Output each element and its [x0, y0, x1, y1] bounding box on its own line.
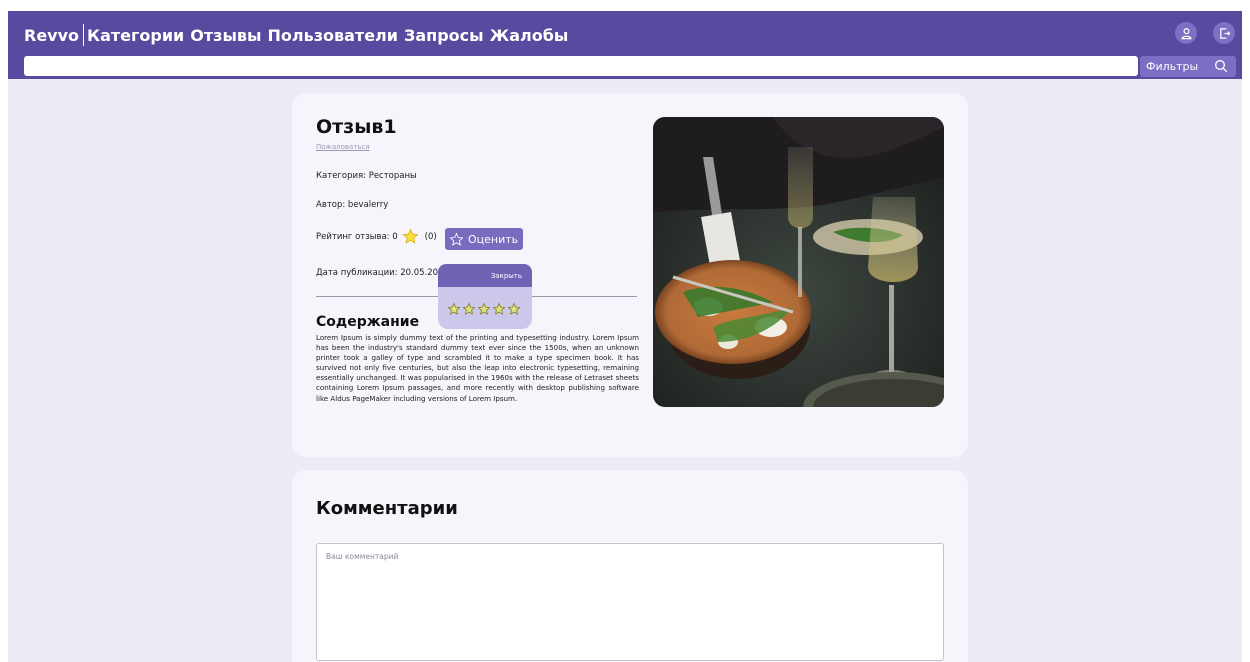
review-category: Категория: Рестораны	[316, 171, 417, 181]
content-heading: Содержание	[316, 314, 420, 330]
review-title: Отзыв1	[316, 116, 397, 138]
profile-icon[interactable]	[1175, 22, 1197, 44]
rate-button[interactable]: Оценить	[445, 228, 523, 250]
review-rating: Рейтинг отзыва: 0 (0)	[316, 228, 437, 245]
filters-button[interactable]: Фильтры	[1140, 56, 1236, 77]
review-photo	[653, 117, 944, 407]
nav-item-reviews[interactable]: Отзывы	[190, 26, 261, 45]
popup-body	[438, 287, 532, 329]
rating-star-5-icon[interactable]	[506, 302, 522, 316]
rating-popup: Закрыть	[438, 264, 532, 329]
logout-icon[interactable]	[1213, 22, 1235, 44]
star-rating-input	[446, 302, 521, 316]
publish-date: Дата публикации: 20.05.202	[316, 268, 444, 278]
nav-item-complaints[interactable]: Жалобы	[490, 26, 569, 45]
rate-button-label: Оценить	[468, 232, 519, 246]
brand-row: Revvo Категории Отзывы Пользователи Запр…	[24, 23, 574, 47]
review-author: Автор: bevalerry	[316, 200, 389, 210]
top-navbar: Revvo Категории Отзывы Пользователи Запр…	[8, 11, 1242, 79]
rating-star-4-icon[interactable]	[491, 302, 507, 316]
brand-divider	[83, 24, 85, 46]
rating-label: Рейтинг отзыва: 0	[316, 231, 398, 242]
complain-link[interactable]: Пожаловаться	[316, 143, 370, 151]
rating-count: (0)	[424, 231, 437, 242]
search-icon[interactable]	[1214, 59, 1228, 73]
rating-star-2-icon[interactable]	[461, 302, 477, 316]
star-outline-icon	[449, 231, 464, 246]
star-icon	[402, 228, 419, 244]
page: Revvo Категории Отзывы Пользователи Запр…	[8, 11, 1242, 662]
popup-close-button[interactable]: Закрыть	[438, 264, 532, 287]
search-input[interactable]	[24, 56, 1138, 76]
rating-star-1-icon[interactable]	[446, 302, 462, 316]
nav-item-users[interactable]: Пользователи	[268, 26, 398, 45]
rating-star-3-icon[interactable]	[476, 302, 492, 316]
filters-label: Фильтры	[1146, 60, 1199, 73]
nav-item-categories[interactable]: Категории	[87, 26, 184, 45]
brand-logo[interactable]: Revvo	[24, 26, 83, 45]
content-text: Lorem Ipsum is simply dummy text of the …	[316, 333, 639, 403]
popup-close-label: Закрыть	[490, 271, 522, 280]
review-card: Отзыв1 Пожаловаться Категория: Рестораны…	[292, 93, 968, 457]
comments-title: Комментарии	[316, 498, 458, 519]
nav-item-requests[interactable]: Запросы	[404, 26, 484, 45]
comment-textarea[interactable]	[316, 543, 944, 661]
review-photo-image	[653, 117, 944, 407]
comments-card: Комментарии	[292, 470, 968, 662]
